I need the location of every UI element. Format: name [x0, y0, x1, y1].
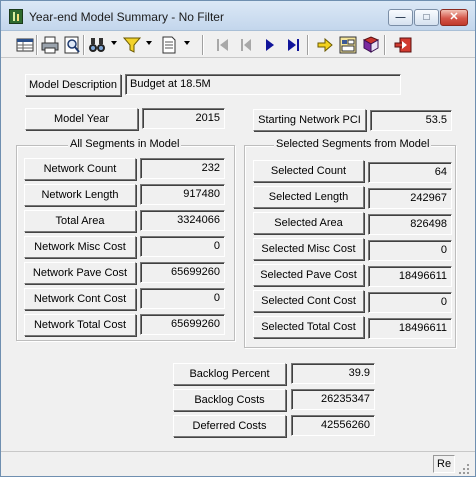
all-segments-title: All Segments in Model — [68, 138, 182, 150]
toolbar-separator — [36, 35, 38, 55]
previous-record-icon[interactable] — [236, 35, 256, 55]
selected-segments-row-value: 0 — [368, 240, 452, 261]
toolbar-separator — [384, 35, 386, 55]
all-segments-row-value: 65699260 — [140, 314, 225, 335]
all-segments-row-label: Total Area — [24, 210, 136, 232]
backlog-row-value: 26235347 — [291, 389, 375, 410]
app-icon — [9, 9, 23, 24]
status-text: Re — [433, 455, 455, 473]
backlog-row-value: 39.9 — [291, 363, 375, 384]
summary-window: Year-end Model Summary - No Filter — □ ✕ — [0, 0, 476, 477]
all-segments-row-label: Network Count — [24, 158, 136, 180]
starting-network-pci-value: 53.5 — [370, 110, 452, 131]
model-description-label: Model Description — [25, 74, 121, 96]
print-icon[interactable] — [40, 35, 60, 55]
all-segments-row-value: 3324066 — [140, 210, 225, 231]
filter-dropdown-icon[interactable] — [146, 41, 152, 45]
binoculars-dropdown-icon[interactable] — [111, 41, 117, 45]
all-segments-row-value: 232 — [140, 158, 225, 179]
toolbar-separator — [202, 35, 204, 55]
all-segments-row-label: Network Total Cost — [24, 314, 136, 336]
exit-icon[interactable] — [393, 35, 413, 55]
arrow-icon[interactable] — [315, 35, 335, 55]
last-record-icon[interactable] — [284, 35, 304, 55]
next-record-icon[interactable] — [260, 35, 280, 55]
backlog-row-label: Deferred Costs — [173, 415, 286, 437]
filter-icon[interactable] — [122, 35, 142, 55]
all-segments-row-value: 65699260 — [140, 262, 225, 283]
backlog-row-value: 42556260 — [291, 415, 375, 436]
model-year-label: Model Year — [25, 108, 138, 130]
binoculars-icon[interactable] — [87, 35, 107, 55]
first-record-icon[interactable] — [213, 35, 233, 55]
selected-segments-row-label: Selected Area — [253, 212, 364, 234]
maximize-icon: □ — [423, 12, 430, 23]
minimize-button[interactable]: — — [388, 9, 413, 26]
selected-segments-title: Selected Segments from Model — [274, 138, 432, 150]
model-year-value: 2015 — [142, 108, 225, 129]
starting-network-pci-label: Starting Network PCI — [253, 109, 366, 131]
report-icon[interactable] — [338, 35, 358, 55]
window-title: Year-end Model Summary - No Filter — [29, 10, 224, 24]
book-icon[interactable] — [361, 35, 381, 55]
resize-grip-icon[interactable] — [457, 462, 471, 474]
document-dropdown-icon[interactable] — [184, 41, 190, 45]
toolbar-separator — [83, 35, 85, 55]
minimize-icon: — — [395, 12, 406, 23]
selected-segments-row-value: 18496611 — [368, 266, 452, 287]
document-icon[interactable] — [159, 35, 179, 55]
title-bar[interactable]: Year-end Model Summary - No Filter — □ ✕ — [1, 1, 475, 31]
model-description-value: Budget at 18.5M — [125, 74, 401, 95]
selected-segments-row-label: Selected Misc Cost — [253, 238, 364, 260]
all-segments-row-label: Network Pave Cost — [24, 262, 136, 284]
all-segments-row-label: Network Length — [24, 184, 136, 206]
all-segments-row-label: Network Misc Cost — [24, 236, 136, 258]
all-segments-row-label: Network Cont Cost — [24, 288, 136, 310]
all-segments-row-value: 0 — [140, 288, 225, 309]
selected-segments-row-label: Selected Count — [253, 160, 364, 182]
all-segments-row-value: 0 — [140, 236, 225, 257]
all-segments-row-value: 917480 — [140, 184, 225, 205]
backlog-row-label: Backlog Costs — [173, 389, 286, 411]
grid-icon[interactable] — [15, 35, 35, 55]
backlog-row-label: Backlog Percent — [173, 363, 286, 385]
maximize-button[interactable]: □ — [414, 9, 439, 26]
selected-segments-row-label: Selected Pave Cost — [253, 264, 364, 286]
print-preview-icon[interactable] — [62, 35, 82, 55]
selected-segments-row-value: 0 — [368, 292, 452, 313]
selected-segments-row-value: 64 — [368, 162, 452, 183]
selected-segments-row-label: Selected Total Cost — [253, 316, 364, 338]
close-icon: ✕ — [449, 11, 459, 23]
selected-segments-row-value: 826498 — [368, 214, 452, 235]
selected-segments-row-value: 18496611 — [368, 318, 452, 339]
status-bar: Re — [1, 451, 475, 476]
close-button[interactable]: ✕ — [440, 9, 468, 26]
toolbar-separator — [307, 35, 309, 55]
selected-segments-row-label: Selected Cont Cost — [253, 290, 364, 312]
toolbar — [1, 32, 475, 58]
selected-segments-row-label: Selected Length — [253, 186, 364, 208]
selected-segments-row-value: 242967 — [368, 188, 452, 209]
